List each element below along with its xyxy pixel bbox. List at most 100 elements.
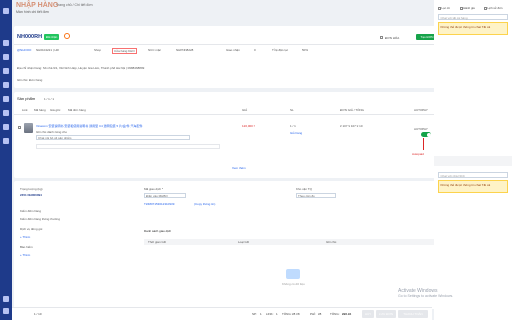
settings-icon[interactable] xyxy=(3,138,9,144)
cart-icon[interactable] xyxy=(3,68,9,74)
deposit-code: TZ4807153012310939 xyxy=(144,202,175,206)
truck-icon[interactable] xyxy=(3,96,9,102)
footer-link-label: LINK: xyxy=(266,312,274,316)
footer-total-label: TỔNG: xyxy=(330,312,340,316)
invoice-label: ĐƠN HÓA xyxy=(385,36,400,40)
add-service-link[interactable]: + Thêm xyxy=(20,235,30,239)
divider xyxy=(14,44,442,45)
history-checkbox[interactable]: Lịch sử đơn xyxy=(484,6,502,10)
panel-divider xyxy=(434,156,512,166)
collapse-icon[interactable] xyxy=(3,308,9,314)
breadcrumb[interactable]: Trang chủ / Chi tiết đơn xyxy=(56,3,93,7)
status-circle-icon[interactable] xyxy=(64,33,70,39)
footer-tong-label: TỔNG: xyxy=(282,312,292,316)
history-table-header xyxy=(144,239,438,245)
product-note-input[interactable]: Chat nội bộ về sản phẩm xyxy=(36,135,190,140)
supplier-label: NCC mặc xyxy=(148,48,162,52)
empty-state-icon xyxy=(286,269,300,279)
sidebar xyxy=(0,0,12,320)
copy-info-link[interactable]: (Copy thông tin) xyxy=(194,202,215,206)
deposit-label: Mã giao dịch * xyxy=(144,187,164,191)
add-insurance-link[interactable]: + Thêm xyxy=(20,253,30,257)
history-col-type: Loại GD xyxy=(238,240,250,244)
products-title: Sản phẩm xyxy=(17,96,36,101)
cancel-button[interactable]: HỦY xyxy=(362,310,374,318)
status-badge: Đã nhận xyxy=(44,34,60,40)
wallet-icon[interactable] xyxy=(3,110,9,116)
inspect-value: Kiểm đếm hàng thông thường xyxy=(20,217,61,221)
supplier-value: NHPNN8228 xyxy=(176,48,194,52)
review-checkbox[interactable]: Đánh giá xyxy=(460,6,475,10)
dashboard-icon[interactable] xyxy=(3,40,9,46)
insurance-label: Bảo hiểm xyxy=(20,245,33,249)
footer-bar: 1 / 10 SP: 1 LINK: 1 TỔNG: ¥8 ¥8 PHÍ: ¥8… xyxy=(12,307,432,320)
save-order-button[interactable]: LƯU ĐƠN xyxy=(376,310,396,318)
column-autopay: AUTOPAY xyxy=(414,108,428,112)
orders-icon[interactable] xyxy=(3,54,9,60)
shop-select[interactable]: Cửa hàng KHO xyxy=(112,48,137,54)
product-thumbnail[interactable] xyxy=(24,123,33,133)
shipping-label: Giao nhận xyxy=(226,48,240,52)
see-more-link[interactable]: Xem thêm xyxy=(232,166,246,170)
footer-sp-value: 1 xyxy=(260,312,262,316)
shipping-value: 0 xyxy=(254,48,256,52)
deposit-rate-label: Tỉ lệ đặt cọc xyxy=(272,48,289,52)
footer-tong-value: ¥8 ¥8 xyxy=(292,312,300,316)
delivery-address: Địa chỉ nhận hàng: Số nhà 9/1, Xã Ninh H… xyxy=(17,66,145,70)
menu-icon[interactable] xyxy=(3,8,9,14)
chat-supplier-select[interactable]: Chat với nhà NCC xyxy=(438,172,508,178)
warehouse-label: Kho vận TQ xyxy=(296,187,312,191)
product-chat-input[interactable] xyxy=(36,144,220,149)
column-price: GIÁ xyxy=(242,108,248,112)
history-col-time: Thời gian GD xyxy=(148,240,166,244)
autopay-label: AUTOPAY xyxy=(414,127,428,131)
invoice-checkbox[interactable] xyxy=(380,36,383,39)
filter-old-label: Lọc cũ xyxy=(441,6,450,10)
annotation-arrow xyxy=(423,138,424,150)
report-icon[interactable] xyxy=(3,124,9,130)
product-checkbox[interactable] xyxy=(18,126,21,129)
page-subtitle: Màn hình chi tiết đơn xyxy=(16,10,49,14)
products-card: Sản phẩm 1 / 1 / 1 Link Mã hàng Giá gốc … xyxy=(14,92,442,178)
product-qty: 1 / 1 xyxy=(290,124,296,128)
filter-old-checkbox[interactable]: Lọc cũ xyxy=(438,6,450,10)
pagination[interactable]: 1 / 10 xyxy=(34,312,42,316)
chat-supplier-warning: Không thể được thông tin chat Tất cả xyxy=(438,180,508,193)
product-name-link[interactable]: Vinacom 安装说明书 安装和使用说明书 通用型 C4 透明包装 5 片/盒… xyxy=(36,124,206,128)
history-label: Lịch sử đơn xyxy=(487,6,503,10)
chat-all-select[interactable]: Chat với tất cả hàng xyxy=(438,14,508,20)
history-title: Danh sách giao dịch xyxy=(144,229,172,233)
annotation-text: Autopaid xyxy=(412,152,424,156)
order-id-label: @NHOOO xyxy=(17,48,32,52)
deposit-input[interactable]: Điền vào MHBO xyxy=(144,193,186,198)
filter-order-code[interactable]: Mã đơn hàng xyxy=(68,108,86,112)
product-price: 120,000 ₫ xyxy=(242,124,256,128)
filter-link[interactable]: Link xyxy=(22,108,28,112)
footer-sp-label: SP: xyxy=(252,312,257,316)
weight-label: Trọng lượng (kg) xyxy=(20,187,43,191)
warehouse-select[interactable]: Theo cân đo xyxy=(296,193,336,198)
weight-value: 2451 NH000094 xyxy=(20,193,42,197)
footer-total-value: ¥96.94 xyxy=(342,312,352,316)
page-header: NHẬP HÀNG Màn hình chi tiết đơn xyxy=(16,2,58,14)
filter-price[interactable]: Giá gốc xyxy=(50,108,60,112)
review-label: Đánh giá xyxy=(463,6,475,10)
cart-link[interactable]: Giỏ hàng xyxy=(290,131,302,135)
product-total: ¥ 107 ¥ 107 ¥ 10 xyxy=(340,124,363,128)
products-toolbar: 1 / 1 / 1 xyxy=(44,97,55,101)
right-panel: Lọc cũ Đánh giá Lịch sử đơn Chat với tất… xyxy=(434,0,512,320)
product-subtitle: Ghi chú dành riêng cho xyxy=(36,130,68,134)
pay-button[interactable]: THANH TOÁN xyxy=(398,310,428,318)
column-total: ĐƠN GIÁ / TỔNG xyxy=(340,108,365,112)
footer-fee-value: ¥8 xyxy=(318,312,322,316)
box-icon[interactable] xyxy=(3,82,9,88)
order-id-value: NH0104221 | HR xyxy=(36,48,59,52)
detail-card: Trọng lượng (kg) 2451 NH000094 Kiểm đếm … xyxy=(14,181,442,309)
filter-code[interactable]: Mã hàng xyxy=(34,108,46,112)
main-content: NHẬP HÀNG Màn hình chi tiết đơn Trang ch… xyxy=(12,0,442,320)
autopay-toggle[interactable] xyxy=(421,132,431,137)
windows-watermark: Activate Windows Go to Settings to activ… xyxy=(398,288,453,298)
shop-label: Shop xyxy=(94,48,102,52)
service-label: Dịch vụ đóng gói xyxy=(20,227,43,231)
logout-icon[interactable] xyxy=(3,296,9,302)
